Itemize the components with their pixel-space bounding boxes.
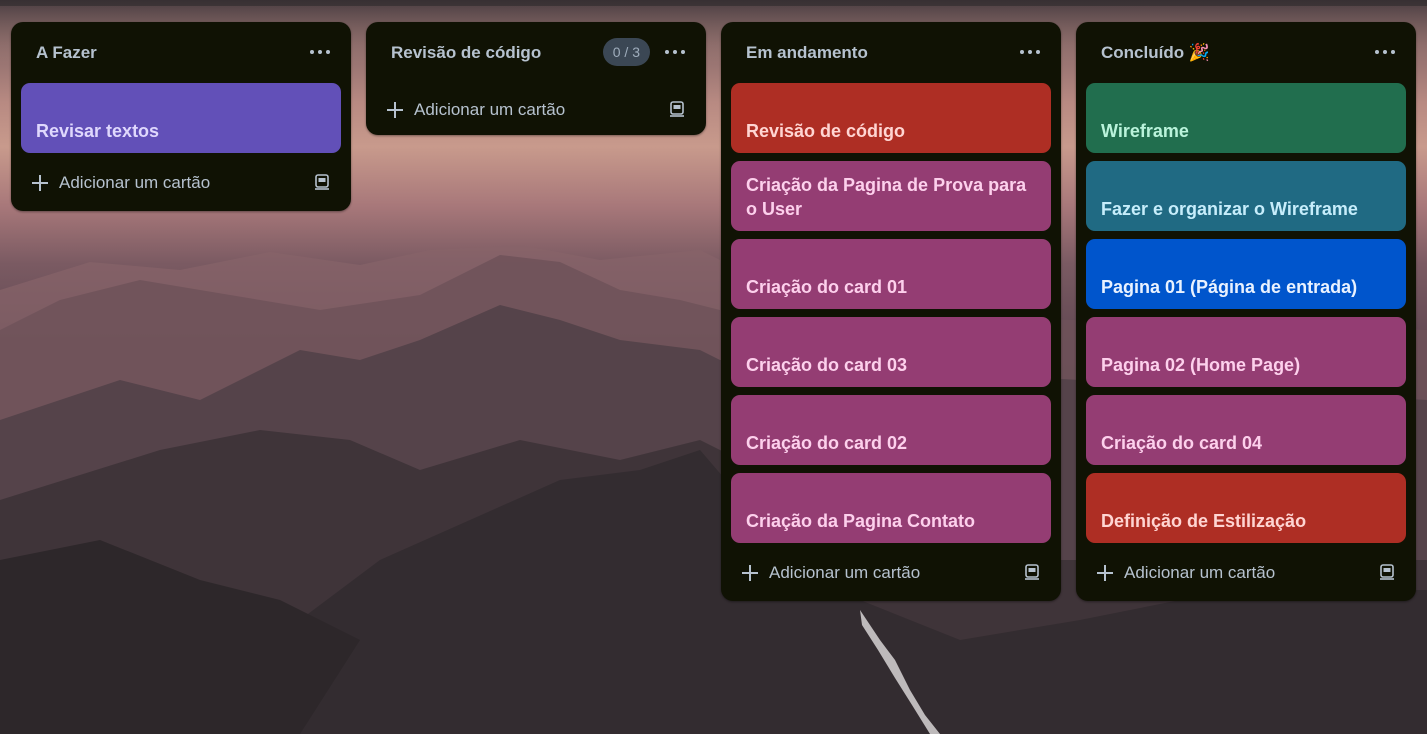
add-card-button[interactable]: Adicionar um cartão [386, 98, 565, 122]
add-card-row: Adicionar um cartão [366, 80, 706, 135]
card-title: Criação do card 04 [1101, 433, 1263, 453]
card[interactable]: Criação do card 03 [731, 317, 1051, 387]
list-header: A Fazer [11, 22, 351, 84]
ellipsis-icon [310, 50, 314, 54]
list-title[interactable]: Concluído 🎉 [1101, 43, 1210, 63]
list-menu-button[interactable] [664, 42, 686, 62]
add-card-button[interactable]: Adicionar um cartão [31, 171, 210, 195]
plus-icon [386, 101, 404, 119]
card-title: Fazer e organizar o Wireframe [1101, 199, 1358, 219]
card[interactable]: Revisar textos [21, 83, 341, 153]
add-card-label: Adicionar um cartão [769, 563, 921, 582]
card-template-icon[interactable] [1023, 563, 1041, 581]
card-list: Revisar textos [11, 83, 351, 153]
card[interactable]: Criação do card 01 [731, 239, 1051, 309]
card-list: Revisão de código Criação da Pagina de P… [721, 83, 1061, 543]
list-menu-button[interactable] [309, 42, 331, 62]
card-title: Revisar textos [36, 121, 160, 141]
card-title: Wireframe [1101, 121, 1189, 141]
add-card-row: Adicionar um cartão [11, 153, 351, 211]
card-list: Wireframe Fazer e organizar o Wireframe … [1076, 83, 1416, 543]
add-card-button[interactable]: Adicionar um cartão [1096, 561, 1275, 585]
card-title: Criação do card 03 [746, 355, 908, 375]
card-title: Pagina 02 (Home Page) [1101, 355, 1301, 375]
card[interactable]: Criação da Pagina de Prova para o User [731, 161, 1051, 231]
list-header: Revisão de código 0 / 3 [366, 22, 706, 84]
card[interactable]: Pagina 01 (Página de entrada) [1086, 239, 1406, 309]
card-title: Criação da Pagina Contato [746, 511, 976, 531]
card-title: Definição de Estilização [1101, 511, 1307, 531]
card-title: Pagina 01 (Página de entrada) [1101, 277, 1358, 297]
list-title[interactable]: Em andamento [746, 43, 868, 63]
ellipsis-icon [665, 50, 669, 54]
card[interactable]: Revisão de código [731, 83, 1051, 153]
card-title: Criação do card 02 [746, 433, 908, 453]
list-em-andamento: Em andamento Revisão de código Criação d… [721, 22, 1061, 601]
ellipsis-icon [1375, 50, 1379, 54]
add-card-label: Adicionar um cartão [59, 173, 211, 192]
add-card-row: Adicionar um cartão [1076, 543, 1416, 601]
card[interactable]: Pagina 02 (Home Page) [1086, 317, 1406, 387]
card-template-icon[interactable] [668, 100, 686, 118]
card[interactable]: Wireframe [1086, 83, 1406, 153]
add-card-button[interactable]: Adicionar um cartão [741, 561, 920, 585]
card-title: Criação da Pagina de Prova para o User [746, 175, 1027, 219]
list-menu-button[interactable] [1019, 42, 1041, 62]
list-revisao-de-codigo: Revisão de código 0 / 3 Adicionar um car… [366, 22, 706, 135]
card[interactable]: Definição de Estilização [1086, 473, 1406, 543]
list-header: Concluído 🎉 [1076, 22, 1416, 84]
card-title: Revisão de código [746, 121, 906, 141]
list-header: Em andamento [721, 22, 1061, 84]
list-title[interactable]: A Fazer [36, 43, 97, 63]
add-card-label: Adicionar um cartão [1124, 563, 1276, 582]
card[interactable]: Criação da Pagina Contato [731, 473, 1051, 543]
card-template-icon[interactable] [1378, 563, 1396, 581]
plus-icon [1096, 564, 1114, 582]
ellipsis-icon [1020, 50, 1024, 54]
list-title[interactable]: Revisão de código [391, 43, 541, 63]
list-menu-button[interactable] [1374, 42, 1396, 62]
card[interactable]: Criação do card 02 [731, 395, 1051, 465]
card[interactable]: Fazer e organizar o Wireframe [1086, 161, 1406, 231]
card-limit-badge: 0 / 3 [602, 38, 650, 66]
card-template-icon[interactable] [313, 173, 331, 191]
card[interactable]: Criação do card 04 [1086, 395, 1406, 465]
plus-icon [741, 564, 759, 582]
add-card-row: Adicionar um cartão [721, 543, 1061, 601]
list-concluido: Concluído 🎉 Wireframe Fazer e organizar … [1076, 22, 1416, 601]
plus-icon [31, 174, 49, 192]
card-title: Criação do card 01 [746, 277, 908, 297]
add-card-label: Adicionar um cartão [414, 100, 566, 119]
list-a-fazer: A Fazer Revisar textos Adicionar um cart… [11, 22, 351, 211]
